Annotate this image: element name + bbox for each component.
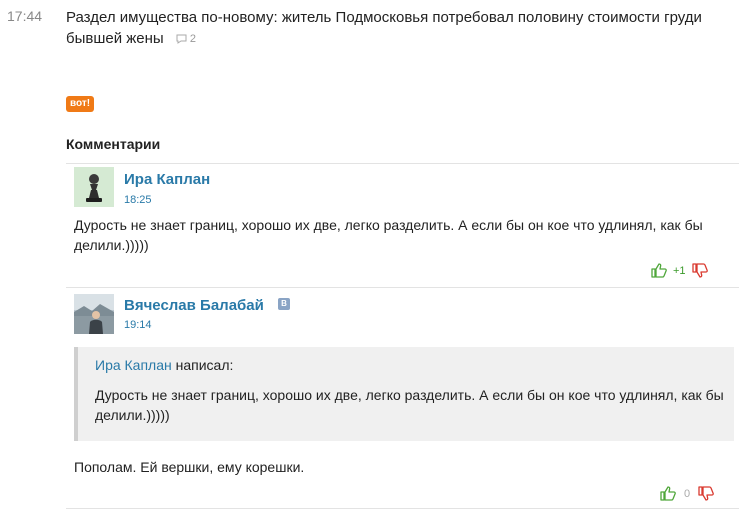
news-title[interactable]: Раздел имущества по-новому: житель Подмо…	[66, 7, 726, 50]
quote-header: Ира Каплан написал:	[95, 357, 233, 373]
comment-text: Дурость не знает границ, хорошо их две, …	[74, 217, 703, 253]
comments-heading: Комментарии	[66, 136, 161, 152]
avatar[interactable]	[74, 167, 114, 207]
user-photo-icon	[74, 294, 114, 334]
quote-text: Дурость не знает границ, хорошо их две, …	[95, 387, 724, 423]
thumb-up-icon[interactable]	[660, 486, 676, 501]
quote-block: Ира Каплан написал: Дурость не знает гра…	[74, 347, 734, 441]
vk-icon[interactable]: В	[278, 298, 290, 310]
quote-wrote: написал:	[175, 357, 234, 373]
comment-divider	[66, 508, 739, 509]
chess-pawn-icon	[74, 167, 114, 207]
quote-author-link[interactable]: Ира Каплан	[95, 357, 172, 373]
comment-author[interactable]: Вячеслав Балабай	[124, 297, 264, 314]
news-time: 17:44	[7, 8, 43, 24]
comment-author[interactable]: Ира Каплан	[124, 171, 210, 188]
comment-divider	[66, 287, 739, 288]
news-title-text[interactable]: Раздел имущества по-новому: житель Подмо…	[66, 9, 702, 47]
comment-time[interactable]: 18:25	[124, 194, 152, 206]
vote-controls: 0	[660, 486, 714, 501]
comment-time[interactable]: 19:14	[124, 319, 152, 331]
thumb-up-icon[interactable]	[651, 263, 667, 278]
comment-divider	[66, 163, 739, 164]
thumb-down-icon[interactable]	[698, 486, 714, 501]
comment-text: Пополам. Ей вершки, ему корешки.	[74, 459, 305, 475]
vot-badge[interactable]: вот!	[66, 96, 95, 112]
thumb-down-icon[interactable]	[691, 263, 708, 278]
speech-bubble-icon	[176, 34, 187, 44]
comment-count[interactable]: 2	[176, 29, 196, 50]
comment-score: +1	[673, 264, 686, 277]
vote-controls: +1	[651, 263, 708, 278]
avatar[interactable]	[74, 294, 114, 334]
comment-count-value: 2	[189, 32, 197, 45]
comment-score: 0	[683, 487, 691, 500]
